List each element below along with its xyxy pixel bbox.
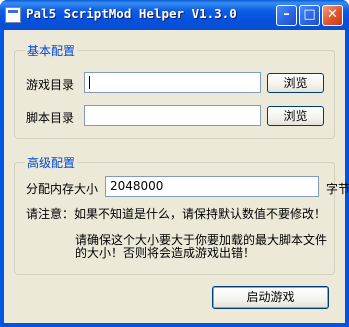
- basic-config-label: 基本配置: [25, 42, 78, 59]
- memory-size-label: 分配内存大小: [26, 182, 99, 196]
- minimize-button[interactable]: –: [276, 5, 297, 26]
- app-icon: [5, 7, 21, 23]
- window-title: Pal5 ScriptMod Helper V1.3.0: [26, 6, 237, 21]
- script-dir-input[interactable]: [84, 105, 261, 126]
- text-caret: [89, 76, 90, 89]
- minimize-icon: –: [283, 7, 290, 22]
- memory-size-input[interactable]: 2048000: [105, 176, 319, 197]
- main-window: Pal5 ScriptMod Helper V1.3.0 – □ ✕ 基本配置 …: [0, 0, 349, 327]
- script-dir-label: 脚本目录: [26, 111, 75, 125]
- maximize-icon: □: [303, 7, 316, 22]
- game-dir-label: 游戏目录: [26, 78, 75, 92]
- launch-game-button[interactable]: 启动游戏: [212, 286, 329, 309]
- maximize-button[interactable]: □: [299, 5, 320, 26]
- game-dir-input[interactable]: [84, 72, 261, 93]
- browse-script-dir-button[interactable]: 浏览: [267, 106, 324, 126]
- close-button[interactable]: ✕: [322, 5, 343, 26]
- advanced-config-label: 高级配置: [25, 154, 78, 171]
- size-warning-line2: 的大小！否则将会造成游戏出错！: [75, 246, 256, 260]
- default-value-note: 请注意：如果不知道是什么，请保持默认数值不要修改！: [26, 207, 327, 221]
- memory-unit-label: 字节: [326, 182, 349, 196]
- title-bar[interactable]: Pal5 ScriptMod Helper V1.3.0 – □ ✕: [0, 0, 349, 30]
- client-area: 基本配置 游戏目录 浏览 脚本目录 浏览 高级配置 分配内存大小 2048000…: [4, 30, 349, 323]
- close-icon: ✕: [327, 7, 338, 22]
- browse-game-dir-button[interactable]: 浏览: [267, 73, 324, 93]
